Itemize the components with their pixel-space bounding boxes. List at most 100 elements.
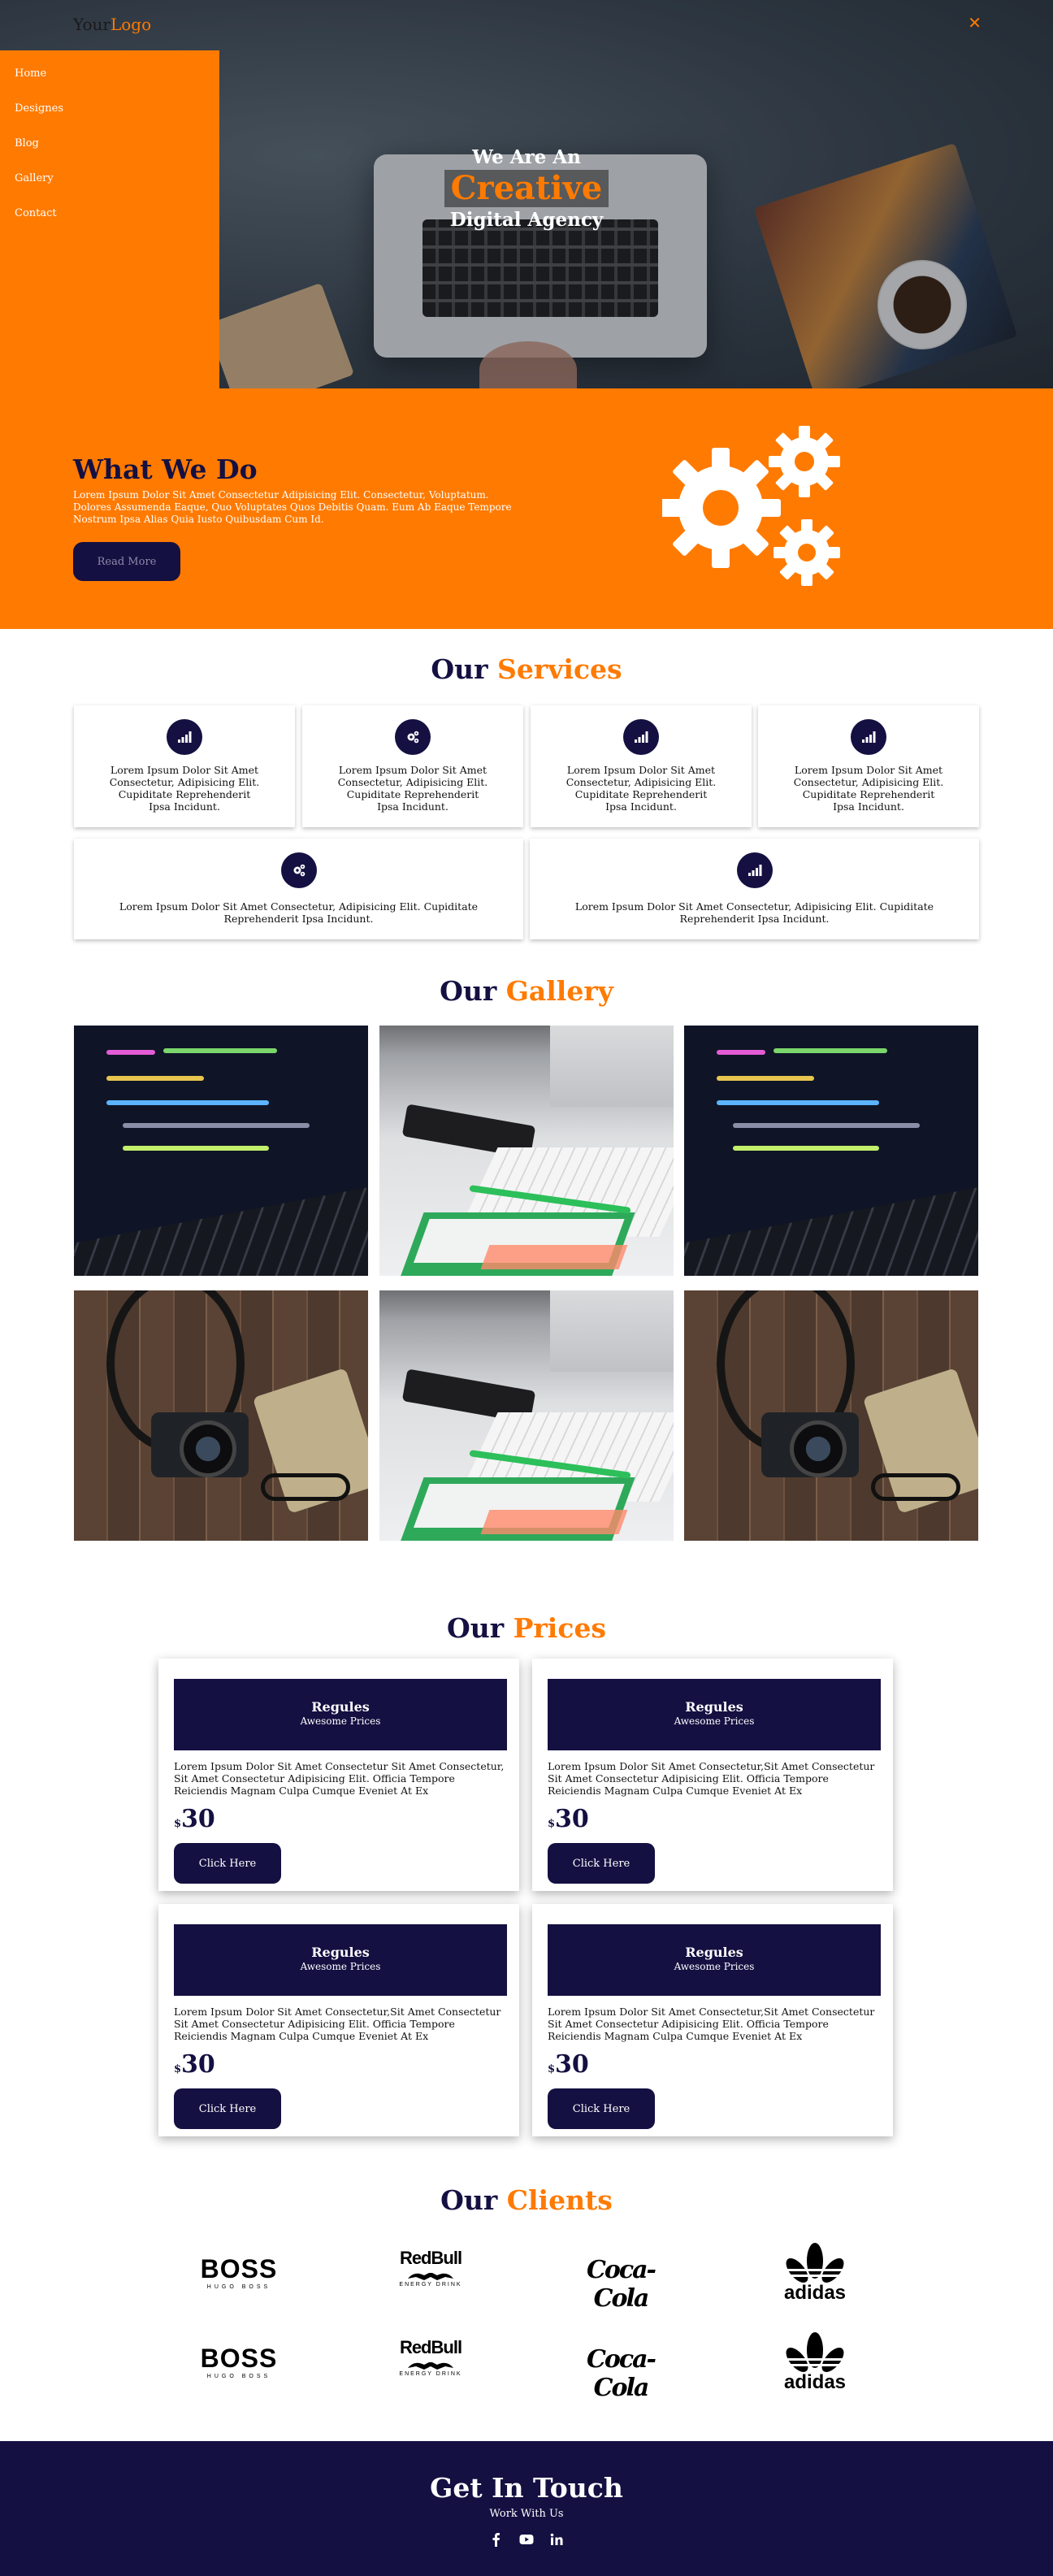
price-plan-text: Lorem Ipsum Dolor Sit Amet Consectetur,S… (548, 2006, 875, 2042)
read-more-button[interactable]: Read More (73, 542, 180, 581)
site-logo[interactable]: YourLogo (73, 15, 151, 34)
client-logo-adidas: adidas (758, 2236, 872, 2306)
gallery-image-camera[interactable] (684, 1290, 978, 1541)
signal-icon (736, 852, 773, 888)
services-title-part-2: Services (497, 653, 622, 685)
client-logo-boss: BOSS HUGO BOSS (200, 2254, 278, 2290)
gallery-image-code[interactable] (684, 1026, 978, 1276)
price-plan-text: Lorem Ipsum Dolor Sit Amet Consectetur,S… (548, 1760, 875, 1797)
youtube-icon[interactable] (519, 2532, 534, 2547)
price-plan-subtitle: Awesome Prices (300, 1715, 381, 1727)
price-card: Regules Awesome Prices Lorem Ipsum Dolor… (532, 1904, 893, 2136)
click-here-button[interactable]: Click Here (548, 2088, 655, 2129)
gallery-image-desk[interactable] (379, 1290, 674, 1541)
click-here-button[interactable]: Click Here (548, 1843, 655, 1884)
menu-item-gallery[interactable]: Gallery (0, 168, 219, 203)
price-card-header: Regules Awesome Prices (548, 1679, 881, 1750)
social-links (0, 2532, 1053, 2550)
menu-item-home[interactable]: Home (0, 63, 219, 98)
hero-highlight: Creative (444, 170, 609, 207)
client-logo-cocacola: Coca-Cola (586, 2256, 656, 2313)
prices-title: Our Prices (0, 1612, 1053, 1644)
clients-title-part-1: Our (440, 2184, 498, 2216)
price-value: 30 (181, 2050, 215, 2079)
service-card-text: Lorem Ipsum Dolor Sit Amet Consectetur, … (119, 900, 479, 925)
price-plan-subtitle: Awesome Prices (674, 1961, 755, 1972)
gallery-image-desk[interactable] (379, 1026, 674, 1276)
service-card: Lorem Ipsum Dolor Sit Amet Consectetur, … (530, 839, 979, 939)
cogs-icon (280, 852, 317, 888)
cogs-icon (395, 719, 431, 755)
price-plan-text: Lorem Ipsum Dolor Sit Amet Consectetur,S… (174, 2006, 501, 2042)
client-logo-redbull: RedBull ENERGY DRINK (399, 2337, 462, 2377)
price-card: Regules Awesome Prices Lorem Ipsum Dolor… (532, 1659, 893, 1891)
click-here-button[interactable]: Click Here (174, 2088, 281, 2129)
price-amount: $30 (548, 2050, 589, 2079)
service-card: Lorem Ipsum Dolor Sit Amet Consectetur, … (758, 705, 979, 827)
prices-section: Our Prices Regules Awesome Prices Lorem … (0, 1572, 1053, 2152)
logo-part-2: Logo (110, 15, 152, 34)
price-plan-text: Lorem Ipsum Dolor Sit Amet Consectetur S… (174, 1760, 505, 1797)
service-card-text: Lorem Ipsum Dolor Sit Amet Consectetur, … (109, 764, 260, 813)
side-menu: Home Designes Blog Gallery Contact (0, 50, 219, 388)
hero-line-3: Digital Agency (449, 209, 604, 231)
price-plan-subtitle: Awesome Prices (300, 1961, 381, 1972)
gallery-title-part-1: Our (440, 975, 497, 1007)
price-card: Regules Awesome Prices Lorem Ipsum Dolor… (158, 1904, 519, 2136)
signal-icon (851, 719, 886, 755)
service-card-text: Lorem Ipsum Dolor Sit Amet Consectetur, … (566, 764, 717, 813)
hero-heading: We Are An Creative Digital Agency (398, 146, 655, 231)
footer-subtitle: Work With Us (489, 2508, 564, 2520)
gallery-image-camera[interactable] (74, 1290, 368, 1541)
signal-icon (623, 719, 659, 755)
services-title-part-1: Our (431, 653, 488, 685)
menu-item-contact[interactable]: Contact (0, 203, 219, 238)
price-plan-title: Regules (311, 1945, 370, 1960)
redbull-bulls-icon (408, 2273, 453, 2280)
gallery-image-code[interactable] (74, 1026, 368, 1276)
clients-title-part-2: Clients (506, 2184, 613, 2216)
price-currency: $ (174, 2063, 182, 2075)
service-card-text: Lorem Ipsum Dolor Sit Amet Consectetur, … (793, 764, 944, 813)
clients-title: Our Clients (0, 2184, 1053, 2216)
footer-title: Get In Touch (430, 2472, 623, 2504)
prices-title-part-1: Our (446, 1612, 505, 1644)
price-currency: $ (548, 2063, 556, 2075)
clients-section: Our Clients BOSS HUGO BOSS RedBull ENERG… (0, 2152, 1053, 2441)
adidas-trefoil-icon (782, 2332, 847, 2372)
price-currency: $ (548, 1818, 556, 1830)
close-menu-icon[interactable]: ✕ (968, 13, 982, 33)
client-logo-boss: BOSS HUGO BOSS (200, 2344, 278, 2379)
price-value: 30 (555, 1805, 589, 1833)
service-card: Lorem Ipsum Dolor Sit Amet Consectetur, … (531, 705, 752, 827)
price-plan-subtitle: Awesome Prices (674, 1715, 755, 1727)
service-card: Lorem Ipsum Dolor Sit Amet Consectetur, … (74, 705, 295, 827)
price-card-header: Regules Awesome Prices (174, 1924, 507, 1996)
price-value: 30 (555, 2050, 589, 2079)
click-here-button[interactable]: Click Here (174, 1843, 281, 1884)
price-amount: $30 (174, 1805, 215, 1833)
client-logo-redbull: RedBull ENERGY DRINK (399, 2248, 462, 2288)
price-value: 30 (181, 1805, 215, 1833)
prices-title-part-2: Prices (513, 1612, 607, 1644)
hero-section: YourLogo ✕ Home Designes Blog Gallery Co… (0, 0, 1053, 388)
service-card: Lorem Ipsum Dolor Sit Amet Consectetur, … (74, 839, 523, 939)
service-card: Lorem Ipsum Dolor Sit Amet Consectetur, … (302, 705, 523, 827)
menu-item-blog[interactable]: Blog (0, 133, 219, 168)
what-we-do-section: What We Do Lorem Ipsum Dolor Sit Amet Co… (0, 388, 1053, 629)
client-logo-cocacola: Coca-Cola (586, 2345, 656, 2402)
gallery-title: Our Gallery (0, 975, 1053, 1007)
adidas-trefoil-icon (782, 2243, 847, 2283)
gallery-title-part-2: Gallery (505, 975, 613, 1007)
redbull-bulls-icon (408, 2362, 453, 2370)
facebook-icon[interactable] (489, 2532, 504, 2547)
price-amount: $30 (548, 1805, 589, 1833)
linkedin-icon[interactable] (549, 2532, 564, 2547)
gallery-section: Our Gallery (0, 946, 1053, 1572)
price-plan-title: Regules (685, 1945, 743, 1960)
price-plan-title: Regules (685, 1699, 743, 1715)
menu-item-designes[interactable]: Designes (0, 98, 219, 133)
services-section: Our Services Lorem Ipsum Dolor Sit Amet … (0, 629, 1053, 946)
price-currency: $ (174, 1818, 182, 1830)
logo-part-1: Your (73, 15, 110, 34)
